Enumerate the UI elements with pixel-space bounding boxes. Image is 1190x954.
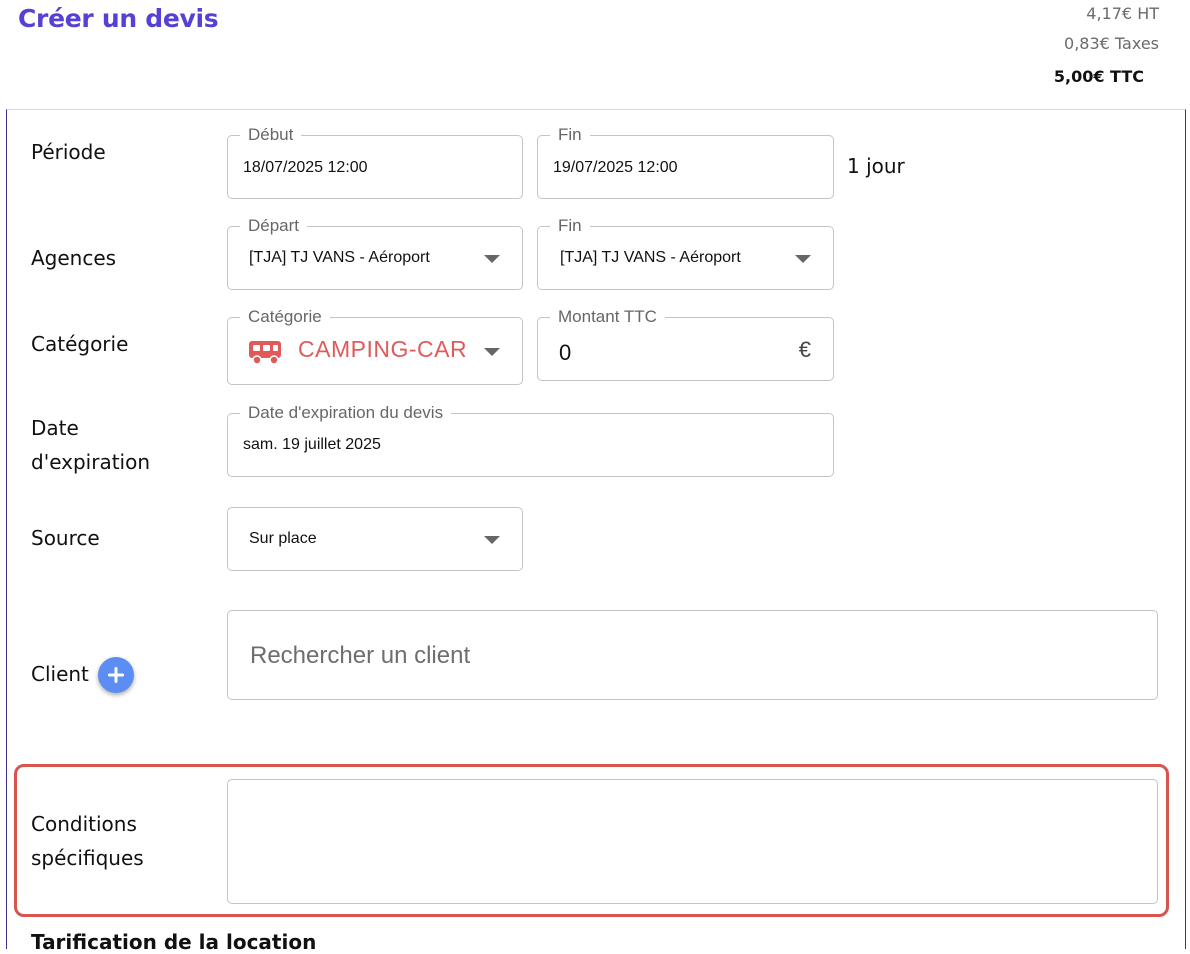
return-agency-value: [TJA] TJ VANS - Aéroport bbox=[560, 249, 741, 266]
client-label: Client bbox=[31, 662, 89, 686]
departure-agency-value: [TJA] TJ VANS - Aéroport bbox=[249, 249, 430, 266]
expiration-date-legend: Date d'expiration du devis bbox=[240, 402, 452, 424]
end-date-legend: Fin bbox=[550, 124, 590, 146]
start-date-value: 18/07/2025 12:00 bbox=[243, 159, 368, 176]
euro-icon: € bbox=[798, 337, 811, 362]
conditions-label-line2: spécifiques bbox=[31, 846, 144, 870]
chevron-down-icon bbox=[484, 255, 500, 263]
pricing-section-title: Tarification de la location bbox=[31, 930, 317, 954]
start-date-legend: Début bbox=[240, 124, 302, 146]
amount-ttc-field[interactable]: Montant TTC 0 € bbox=[537, 306, 834, 381]
departure-agency-legend: Départ bbox=[240, 215, 308, 237]
add-client-button[interactable] bbox=[98, 657, 134, 693]
end-date-value: 19/07/2025 12:00 bbox=[553, 159, 678, 176]
chevron-down-icon bbox=[484, 348, 500, 356]
return-agency-select[interactable]: Fin [TJA] TJ VANS - Aéroport bbox=[537, 215, 834, 290]
duration-text: 1 jour bbox=[847, 154, 905, 178]
client-search-placeholder: Rechercher un client bbox=[250, 642, 471, 669]
source-label: Source bbox=[31, 526, 100, 550]
conditions-label-line1: Conditions bbox=[31, 812, 137, 836]
plus-icon bbox=[108, 667, 124, 683]
categorie-label: Catégorie bbox=[31, 332, 129, 356]
end-date-field[interactable]: Fin 19/07/2025 12:00 bbox=[537, 124, 834, 199]
total-taxes: 0,83€ Taxes bbox=[1064, 34, 1159, 53]
expiration-label-line1: Date bbox=[31, 416, 79, 440]
expiration-date-value: sam. 19 juillet 2025 bbox=[243, 436, 381, 453]
category-select[interactable]: Catégorie CAMPING-CAR bbox=[227, 306, 523, 385]
total-ht: 4,17€ HT bbox=[1086, 4, 1159, 23]
source-select[interactable]: Sur place bbox=[227, 507, 523, 571]
periode-label: Période bbox=[31, 140, 106, 164]
client-search-input[interactable]: Rechercher un client bbox=[227, 610, 1158, 700]
page-title: Créer un devis bbox=[18, 4, 219, 33]
start-date-field[interactable]: Début 18/07/2025 12:00 bbox=[227, 124, 523, 199]
total-ttc: 5,00€ TTC bbox=[1053, 67, 1144, 86]
amount-ttc-value: 0 bbox=[559, 340, 572, 365]
chevron-down-icon bbox=[484, 536, 500, 544]
camper-van-icon bbox=[248, 338, 284, 371]
amount-ttc-legend: Montant TTC bbox=[550, 306, 665, 328]
agences-label: Agences bbox=[31, 246, 117, 270]
specific-conditions-textarea[interactable] bbox=[227, 779, 1158, 904]
departure-agency-select[interactable]: Départ [TJA] TJ VANS - Aéroport bbox=[227, 215, 523, 290]
return-agency-legend: Fin bbox=[550, 215, 590, 237]
category-legend: Catégorie bbox=[240, 306, 330, 328]
source-value: Sur place bbox=[249, 530, 317, 547]
expiration-date-field[interactable]: Date d'expiration du devis sam. 19 juill… bbox=[227, 402, 834, 477]
expiration-label-line2: d'expiration bbox=[31, 450, 151, 474]
category-value: CAMPING-CAR bbox=[298, 336, 468, 362]
chevron-down-icon bbox=[795, 255, 811, 263]
